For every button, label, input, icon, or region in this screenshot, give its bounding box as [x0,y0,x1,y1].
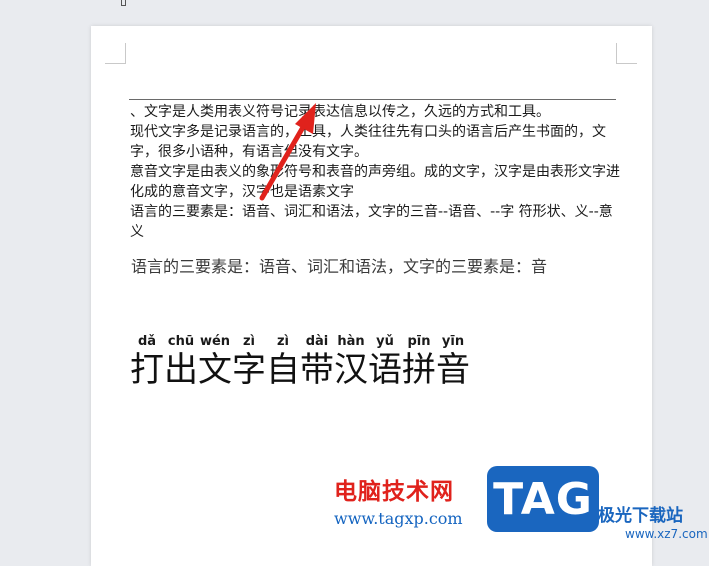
pinyin-text: pīn [407,334,431,349]
pinyin-text: dài [305,334,329,349]
pinyin-char: wén 文 [198,334,232,390]
crop-mark-top-right [616,43,637,64]
watermark-site-name: 电脑技术网 [334,479,454,505]
tag-logo-text: TAG [493,473,593,525]
paragraph-1[interactable]: 、文字是人类用表义符号记录表达信息以传之，久远的方式和工具。 [130,102,620,122]
watermark-site-url: www.tagxp.com [334,509,463,528]
pinyin-text: yǔ [376,334,394,349]
tag-logo-badge: TAG [487,466,599,532]
pinyin-char: hàn 汉 [334,334,368,390]
paragraph-border-line [129,99,616,100]
hanzi-text: 打 [130,350,164,390]
crop-mark-top-left [105,43,126,64]
pinyin-char: pīn 拼 [402,334,436,390]
hanzi-text: 文 [198,350,232,390]
paragraph-4[interactable]: 语言的三要素是：语音、词汇和语法，文字的三音--语音、--字 符形状、义--意义 [130,202,620,242]
hanzi-text: 音 [436,350,470,390]
pinyin-text: chū [167,334,195,349]
pinyin-text: yīn [441,334,465,349]
pinyin-char: chū 出 [164,334,198,390]
pinyin-char: dài 带 [300,334,334,390]
pinyin-text: dǎ [137,334,157,349]
pinyin-char: yīn 音 [436,334,470,390]
watermark-right-url: www.xz7.com [625,527,708,541]
paragraph-3[interactable]: 意音文字是由表义的象形符号和表音的声旁组。成的文字，汉字是由表形文字进化成的意音… [130,162,620,202]
pinyin-text: hàn [337,334,365,349]
serif-paragraph[interactable]: 语言的三要素是：语音、词汇和语法，文字的三要素是：音 [131,256,631,278]
hanzi-text: 拼 [402,350,436,390]
pinyin-char: yǔ 语 [368,334,402,390]
pinyin-text: wén [199,334,231,349]
pinyin-title[interactable]: dǎ 打 chū 出 wén 文 zì 字 zì 自 dài 带 hàn 汉 yǔ 语 pīn 拼… [130,330,470,390]
pinyin-text: zì [242,334,256,349]
hanzi-text: 汉 [334,350,368,390]
watermark-right-title: 极光下载站 [598,506,683,526]
text-cursor-mark [121,0,126,6]
pinyin-char: zì 自 [266,334,300,390]
hanzi-text: 语 [368,350,402,390]
hanzi-text: 带 [300,350,334,390]
pinyin-text: zì [276,334,290,349]
paragraph-2[interactable]: 现代文字多是记录语言的，工具，人类往往先有口头的语言后产生书面的，文字，很多小语… [130,122,620,162]
hanzi-text: 字 [232,350,266,390]
pinyin-char: zì 字 [232,334,266,390]
hanzi-text: 出 [164,350,198,390]
hanzi-text: 自 [266,350,300,390]
pinyin-char: dǎ 打 [130,334,164,390]
